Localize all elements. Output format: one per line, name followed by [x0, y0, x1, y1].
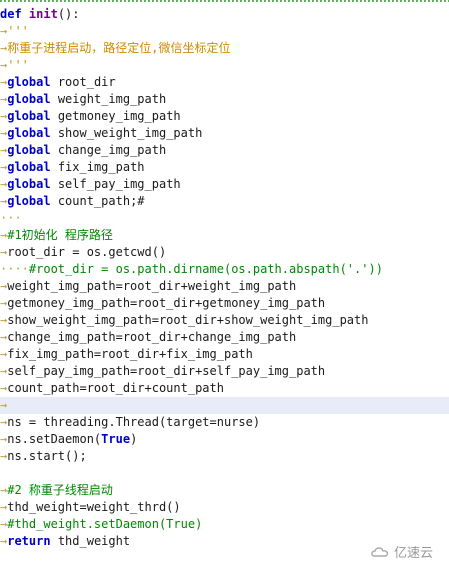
- code-token: weight_img_path: [50, 92, 167, 106]
- code-token: ''': [7, 58, 29, 72]
- code-line[interactable]: →#1初始化 程序路径: [0, 227, 449, 244]
- code-token: #thd_weight.setDaemon(True): [7, 517, 203, 531]
- code-line[interactable]: →global count_path;#: [0, 193, 449, 210]
- code-token: getmoney_img_path=root_dir+getmoney_img_…: [7, 296, 326, 310]
- code-token: global: [7, 143, 51, 157]
- code-line[interactable]: →root_dir = os.getcwd(): [0, 244, 449, 261]
- watermark-text: 亿速云: [393, 546, 433, 561]
- code-token: change_img_path=root_dir+change_img_path: [7, 330, 297, 344]
- code-line[interactable]: →global fix_img_path: [0, 159, 449, 176]
- code-line[interactable]: →getmoney_img_path=root_dir+getmoney_img…: [0, 295, 449, 312]
- code-line[interactable]: →thd_weight=weight_thrd(): [0, 499, 449, 516]
- code-token: 称重子进程启动，路径定位,微信坐标定位: [7, 41, 231, 55]
- code-token: root_dir = os.getcwd(): [7, 245, 167, 259]
- code-line[interactable]: →''': [0, 23, 449, 40]
- code-line[interactable]: →weight_img_path=root_dir+weight_img_pat…: [0, 278, 449, 295]
- code-token: show_weight_img_path: [50, 126, 203, 140]
- code-line[interactable]: →global self_pay_img_path: [0, 176, 449, 193]
- code-token: ns = threading.Thread(target=nurse): [7, 415, 261, 429]
- code-token: thd_weight=weight_thrd(): [7, 500, 181, 514]
- code-token: global: [7, 194, 51, 208]
- code-line[interactable]: →global root_dir: [0, 74, 449, 91]
- code-line[interactable]: →#thd_weight.setDaemon(True): [0, 516, 449, 533]
- code-line[interactable]: →self_pay_img_path=root_dir+self_pay_img…: [0, 363, 449, 380]
- code-token: getmoney_img_path: [50, 109, 181, 123]
- code-token: thd_weight: [50, 534, 131, 548]
- code-line[interactable]: def init():: [0, 6, 449, 23]
- code-line[interactable]: →global getmoney_img_path: [0, 108, 449, 125]
- tab-marker: ···: [0, 211, 22, 225]
- code-line[interactable]: ···: [0, 210, 449, 227]
- code-token: ns.start();: [7, 449, 87, 463]
- code-token: fix_img_path: [50, 160, 145, 174]
- code-token: #2 称重子线程启动: [7, 483, 113, 497]
- code-line[interactable]: ····#root_dir = os.path.dirname(os.path.…: [0, 261, 449, 278]
- code-token: return: [7, 534, 51, 548]
- code-line[interactable]: →''': [0, 57, 449, 74]
- code-token: self_pay_img_path: [50, 177, 181, 191]
- code-token: global: [7, 92, 51, 106]
- code-line[interactable]: →count_path=root_dir+count_path: [0, 380, 449, 397]
- code-token: True: [101, 432, 131, 446]
- code-token: fix_img_path=root_dir+fix_img_path: [7, 347, 253, 361]
- code-token: global: [7, 126, 51, 140]
- code-token: ): [130, 432, 138, 446]
- spellcheck-underline: [0, 0, 449, 2]
- code-line[interactable]: →ns.start();: [0, 448, 449, 465]
- code-line[interactable]: →global weight_img_path: [0, 91, 449, 108]
- code-token: change_img_path: [50, 143, 167, 157]
- code-token: global: [7, 177, 51, 191]
- code-line[interactable]: →fix_img_path=root_dir+fix_img_path: [0, 346, 449, 363]
- code-token: ns.setDaemon(: [7, 432, 102, 446]
- code-line[interactable]: [0, 465, 449, 482]
- code-token: self_pay_img_path=root_dir+self_pay_img_…: [7, 364, 326, 378]
- code-token: global: [7, 160, 51, 174]
- code-line[interactable]: →: [0, 397, 449, 414]
- tab-marker: →: [0, 398, 8, 412]
- cloud-logo-icon: [371, 546, 389, 557]
- code-line[interactable]: →change_img_path=root_dir+change_img_pat…: [0, 329, 449, 346]
- code-line[interactable]: →show_weight_img_path=root_dir+show_weig…: [0, 312, 449, 329]
- code-token: count_path;#: [50, 194, 145, 208]
- watermark: 亿速云: [370, 542, 433, 561]
- code-token: global: [7, 109, 51, 123]
- code-line[interactable]: →ns = threading.Thread(target=nurse): [0, 414, 449, 431]
- code-token: def: [0, 7, 22, 21]
- code-line[interactable]: →global change_img_path: [0, 142, 449, 159]
- code-editor[interactable]: def init(): →''' →称重子进程启动，路径定位,微信坐标定位 →''' →…: [0, 0, 449, 569]
- code-token: init: [28, 7, 58, 21]
- code-line[interactable]: →称重子进程启动，路径定位,微信坐标定位: [0, 40, 449, 57]
- code-token: #root_dir = os.path.dirname(os.path.absp…: [28, 262, 383, 276]
- code-token: weight_img_path=root_dir+weight_img_path: [7, 279, 297, 293]
- code-line[interactable]: →global show_weight_img_path: [0, 125, 449, 142]
- code-token: global: [7, 75, 51, 89]
- code-line[interactable]: →ns.setDaemon(True): [0, 431, 449, 448]
- code-line[interactable]: →#2 称重子线程启动: [0, 482, 449, 499]
- code-token: root_dir: [50, 75, 116, 89]
- tab-marker: ····: [0, 262, 29, 276]
- code-token: ():: [57, 7, 80, 21]
- code-token: ''': [7, 24, 29, 38]
- code-token: show_weight_img_path=root_dir+show_weigh…: [7, 313, 369, 327]
- code-token: #1初始化 程序路径: [7, 228, 113, 242]
- code-token: count_path=root_dir+count_path: [7, 381, 224, 395]
